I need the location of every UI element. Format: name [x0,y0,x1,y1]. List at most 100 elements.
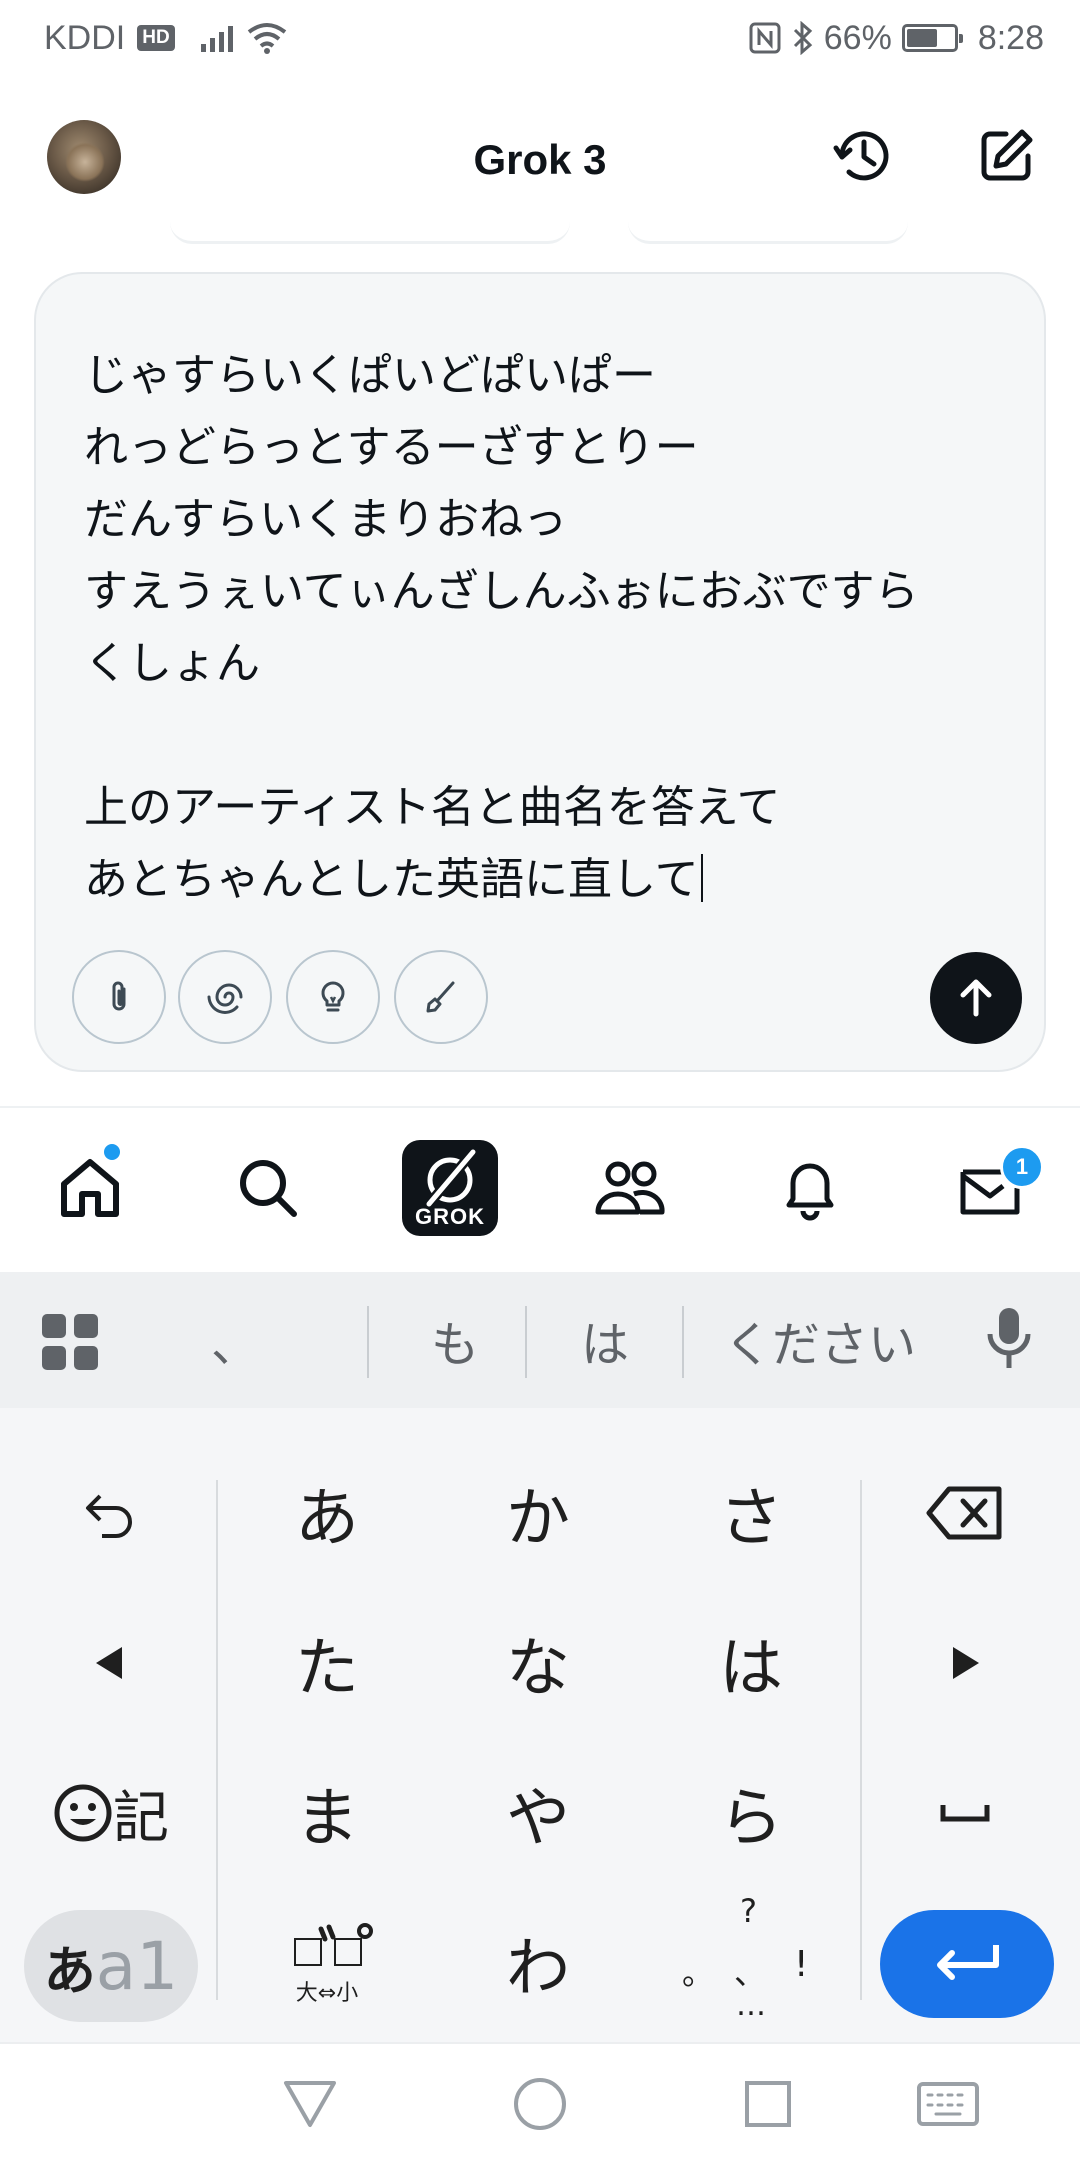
candidate[interactable]: ください [700,1272,940,1408]
carrier-group: KDDI HD [44,19,175,58]
key-sa[interactable]: さ [676,1448,826,1578]
candidate[interactable]: も [390,1272,520,1408]
key-ya[interactable]: や [463,1748,613,1878]
app-header: Grok 3 [0,100,1080,210]
candidate[interactable]: 、 [190,1272,280,1408]
swirl-icon [207,983,243,1014]
status-right: 66% 8:28 [748,19,1044,58]
bottom-nav: GROK [0,1108,1080,1268]
lightbulb-icon [321,981,345,1012]
grid-menu-icon[interactable] [40,1312,100,1372]
key-column-separator [216,1480,218,2000]
text-caret [700,854,703,902]
search-icon [240,1160,297,1217]
attach-button[interactable] [72,950,166,1044]
battery-percent: 66% [823,18,892,57]
candidate[interactable]: は [540,1272,670,1408]
system-nav-bar [0,2042,1080,2160]
circle-home-icon [514,2078,566,2130]
suggestion-chip-edge [170,222,570,244]
undo-icon [86,1494,132,1538]
suggestion-chip-edge [628,222,908,244]
triangle-back-icon [284,2081,336,2127]
history-icon [833,131,889,181]
punct-right: ! [794,1944,809,1985]
bluetooth-icon [793,21,812,55]
tab-search[interactable] [218,1138,318,1238]
home-button[interactable] [508,2072,572,2136]
keyboard-candidate-bar: 、 も は ください [0,1272,1080,1408]
cursor-left-key[interactable] [40,1598,180,1728]
backspace-key[interactable] [890,1448,1040,1578]
punct-left: 。 [682,1954,715,1992]
grok-label: GROK [415,1204,485,1229]
candidate-separator [682,1306,684,1378]
grok-logo: GROK [402,1140,498,1236]
message-count-badge: 1 [1000,1145,1044,1189]
keyboard-icon [917,2082,979,2126]
enter-key[interactable] [880,1910,1054,2018]
message-composer[interactable]: じゃすらいくぱいどぱいぱー れっどらっとするーざすとりー だんすらいくまりおねっ… [34,272,1046,1072]
cursor-right-key[interactable] [890,1598,1040,1728]
new-chat-button[interactable] [972,122,1040,190]
emoji-symbol-key[interactable]: 記 [36,1748,186,1878]
paperclip-icon [112,981,126,1011]
prompt-input[interactable]: じゃすらいくぱいどぱいぱー れっどらっとするーざすとりー だんすらいくまりおねっ… [84,340,1014,916]
deep-search-button[interactable] [178,950,272,1044]
triangle-left-icon [96,1647,122,1679]
mode-kana-label: あ [43,1941,96,2002]
tab-communities[interactable] [580,1138,680,1238]
smiley-icon [54,1784,112,1842]
history-button[interactable] [830,122,898,190]
tab-notifications[interactable] [760,1138,860,1238]
dakuten-label: 大⇔小 [295,1981,359,2006]
enter-arrow-icon [937,1945,999,1980]
dakuten-icon [294,1923,373,1966]
mic-icon[interactable] [984,1304,1034,1374]
recents-button[interactable] [736,2072,800,2136]
send-button[interactable] [930,952,1022,1044]
space-icon [940,1805,990,1822]
candidate-separator [525,1306,527,1378]
prompt-text: じゃすらいくぱいどぱいぱー れっどらっとするーざすとりー だんすらいくまりおねっ… [84,350,919,905]
triangle-right-icon [953,1647,979,1679]
tab-home[interactable] [40,1138,140,1238]
emoji-key-label: 記 [113,1785,169,1851]
wifi-icon [247,23,286,54]
dakuten-key[interactable]: 大⇔小 [252,1898,402,2028]
battery-icon [901,24,963,52]
tab-grok[interactable]: GROK [400,1138,500,1238]
key-wa[interactable]: わ [463,1898,613,2028]
nfc-icon [749,22,781,54]
punctuation-key[interactable]: ? 。 、 ! … [660,1888,840,2038]
key-ma[interactable]: ま [252,1748,402,1878]
key-ha[interactable]: は [676,1598,826,1728]
flick-keyboard: あ か さ た な は 記 ま や ら あ a1 大⇔小 わ ? 。 、 ! … [0,1408,1080,2042]
key-ka[interactable]: か [463,1448,613,1578]
page-title: Grok 3 [473,136,607,183]
undo-key[interactable] [40,1448,180,1578]
home-icon [61,1159,119,1217]
battery-fill [906,29,938,47]
people-icon [595,1161,665,1215]
home-unread-dot [104,1144,120,1160]
think-button[interactable] [286,950,380,1044]
square-recents-icon [745,2081,791,2127]
back-button[interactable] [278,2072,342,2136]
punct-top: ? [740,1892,757,1930]
mode-latin-label: a1 [95,1927,179,2005]
key-na[interactable]: な [463,1598,613,1728]
key-a[interactable]: あ [252,1448,402,1578]
key-ta[interactable]: た [252,1598,402,1728]
punct-bottom: … [736,1988,766,2023]
bell-icon [786,1163,834,1221]
compose-icon [981,129,1033,181]
space-key[interactable] [890,1748,1040,1878]
status-bar: KDDI HD 66% 8:28 [0,0,1080,76]
draw-button[interactable] [394,950,488,1044]
candidate-separator [367,1306,369,1378]
key-ra[interactable]: ら [676,1748,826,1878]
input-mode-key[interactable]: あ a1 [24,1910,198,2022]
keyboard-toggle-button[interactable] [912,2072,984,2136]
hd-badge: HD [137,25,175,51]
